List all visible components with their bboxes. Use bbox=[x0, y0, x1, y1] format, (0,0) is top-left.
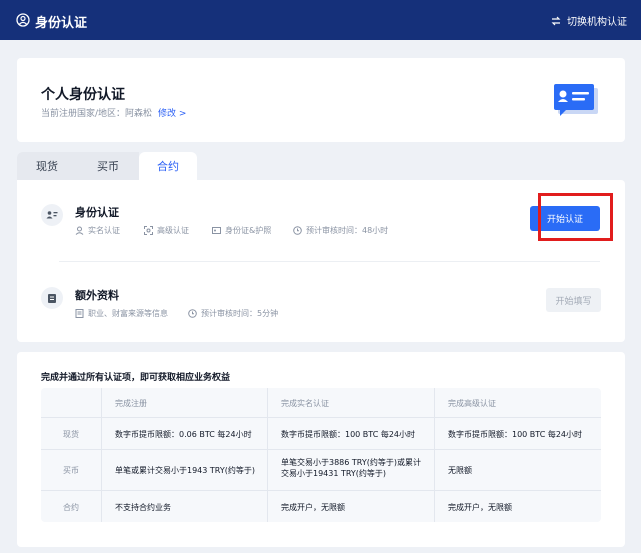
table-cell: 数字币提币限额：0.06 BTC 每24小时 bbox=[115, 430, 252, 439]
tag-extra-info-label: 职业、财富来源等信息 bbox=[88, 309, 168, 318]
clock-icon bbox=[293, 226, 302, 235]
table-cell: 数字币提币限额：100 BTC 每24小时 bbox=[448, 430, 583, 439]
registration-country: 当前注册国家/地区：阿森松 bbox=[41, 109, 153, 119]
tag-id-passport-label: 身份证&护照 bbox=[225, 226, 272, 235]
user-icon bbox=[75, 226, 84, 235]
extra-review-time: 预计审核时间：5分钟 bbox=[188, 308, 278, 319]
profile-heading: 个人身份认证 bbox=[41, 87, 125, 103]
switch-institution-label: 切换机构认证 bbox=[567, 17, 627, 28]
clock-icon bbox=[188, 309, 197, 318]
extra-section-title: 额外资料 bbox=[75, 289, 119, 302]
identity-review-time: 预计审核时间：48小时 bbox=[293, 225, 388, 236]
top-bar: 身份认证 切换机构认证 bbox=[0, 0, 641, 40]
table-header: 完成高级认证 bbox=[448, 399, 496, 408]
row-label-buy: 买币 bbox=[63, 466, 79, 475]
page-title: 身份认证 bbox=[35, 16, 88, 31]
extra-review-time-label: 预计审核时间：5分钟 bbox=[201, 309, 279, 318]
account-type-tabs: 现货 买币 合约 bbox=[17, 152, 217, 180]
table-cell: 完成开户，无限额 bbox=[281, 503, 345, 512]
benefits-card: 完成并通过所有认证项，即可获取相应业务权益 完成注册 完成实名认证 完成高级认证… bbox=[17, 352, 625, 547]
tab-spot[interactable]: 现货 bbox=[17, 152, 77, 180]
highlight-box bbox=[538, 193, 613, 241]
row-label-spot: 现货 bbox=[63, 430, 79, 439]
benefits-table: 完成注册 完成实名认证 完成高级认证 现货 数字币提币限额：0.06 BTC 每… bbox=[41, 388, 601, 522]
tag-real-name: 实名认证 bbox=[75, 225, 120, 236]
tag-id-passport: 身份证&护照 bbox=[212, 225, 271, 236]
document-icon bbox=[41, 287, 63, 309]
tag-advanced-label: 高级认证 bbox=[157, 226, 189, 235]
table-cell: 数字币提币限额：100 BTC 每24小时 bbox=[281, 430, 416, 439]
section-divider bbox=[59, 261, 600, 262]
table-cell: 无限额 bbox=[448, 466, 472, 475]
modify-country-link[interactable]: 修改 > bbox=[158, 106, 186, 119]
tag-extra-info: 职业、财富来源等信息 bbox=[75, 308, 168, 319]
table-cell: 完成开户，无限额 bbox=[448, 503, 512, 512]
table-header: 完成注册 bbox=[115, 399, 147, 408]
profile-card: 个人身份认证 当前注册国家/地区：阿森松 修改 > bbox=[17, 58, 625, 142]
table-cell: 单笔交易小于3886 TRY(约等于)或累计交易小于19431 TRY(约等于) bbox=[281, 458, 421, 478]
id-icon bbox=[212, 227, 221, 234]
start-fill-button[interactable]: 开始填写 bbox=[546, 288, 601, 312]
user-circle-icon bbox=[16, 13, 30, 27]
table-header: 完成实名认证 bbox=[281, 399, 329, 408]
table-cell: 单笔或累计交易小于1943 TRY(约等于) bbox=[115, 466, 255, 475]
tag-real-name-label: 实名认证 bbox=[88, 226, 120, 235]
tab-contract[interactable]: 合约 bbox=[139, 152, 197, 180]
table-cell: 不支持合约业务 bbox=[115, 503, 171, 512]
verification-card: 身份认证 实名认证 高级认证 身份证&护照 预计审核时间：48小时 额外资料 职… bbox=[17, 180, 625, 342]
benefits-note: 完成并通过所有认证项，即可获取相应业务权益 bbox=[41, 373, 231, 383]
id-card-illustration-icon bbox=[554, 84, 598, 116]
id-card-icon bbox=[41, 204, 63, 226]
document-small-icon bbox=[75, 309, 84, 318]
tag-advanced: 高级认证 bbox=[144, 225, 189, 236]
identity-section-title: 身份认证 bbox=[75, 206, 119, 219]
tab-buy[interactable]: 买币 bbox=[77, 152, 139, 180]
identity-review-time-label: 预计审核时间：48小时 bbox=[306, 226, 389, 235]
scan-icon bbox=[144, 226, 153, 235]
row-label-contract: 合约 bbox=[63, 503, 79, 512]
switch-icon bbox=[551, 16, 561, 25]
switch-institution-button[interactable]: 切换机构认证 bbox=[551, 13, 627, 28]
